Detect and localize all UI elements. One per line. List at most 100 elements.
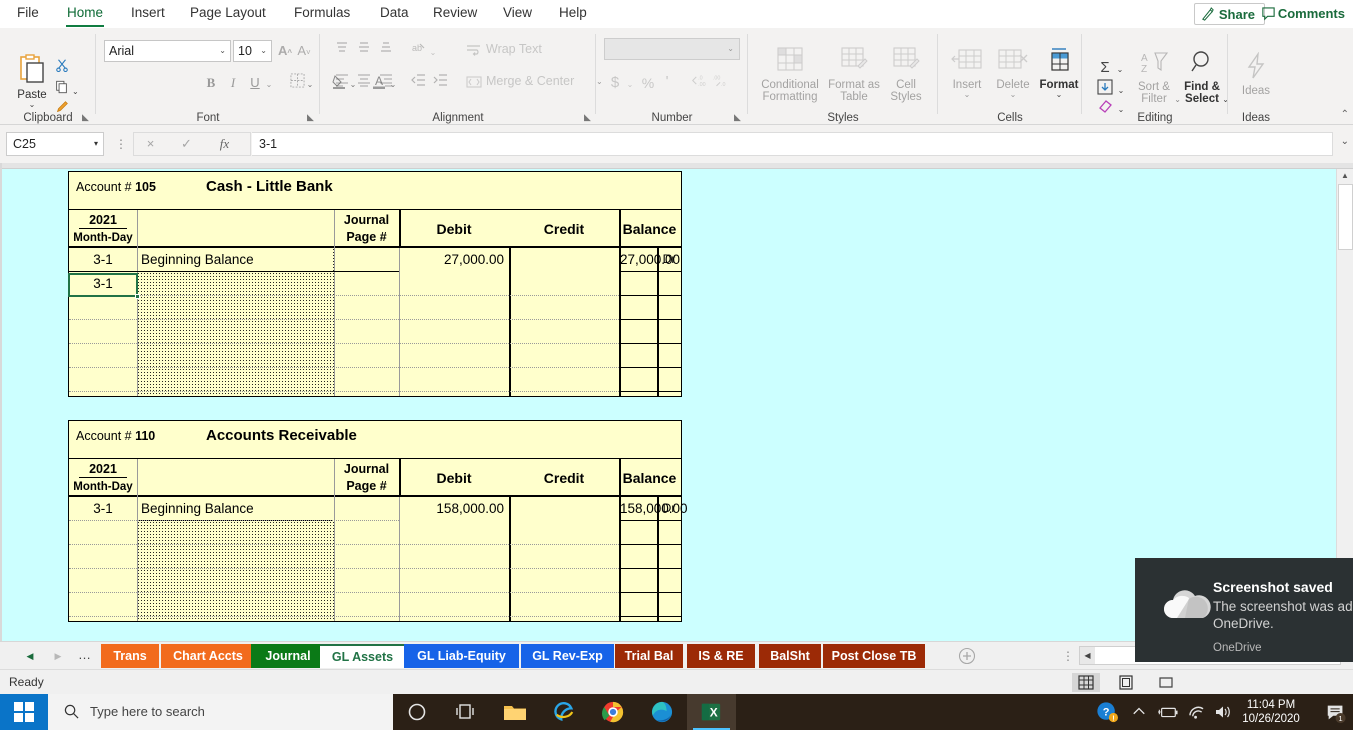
ribbon-tab-review[interactable]: Review [424, 0, 486, 28]
formula-input[interactable]: 3-1 [252, 132, 1333, 156]
comments-button[interactable]: Comments [1256, 3, 1351, 25]
chevron-down-icon[interactable]: ⌄ [944, 91, 990, 99]
sheet-tab-trial-bal[interactable]: Trial Bal [615, 644, 683, 668]
add-sheet-button[interactable] [958, 647, 976, 665]
task-view-button[interactable] [442, 694, 491, 730]
ribbon-tab-data[interactable]: Data [371, 0, 418, 28]
cell-description[interactable]: Beginning Balance [138, 497, 333, 521]
table-row[interactable]: 3-1 [69, 272, 681, 296]
format-as-table-button[interactable]: Format as Table [826, 46, 882, 103]
align-bottom-button[interactable] [376, 41, 396, 61]
table-row[interactable] [69, 521, 681, 545]
table-row[interactable] [69, 320, 681, 344]
font-dialog-launcher[interactable]: ◣ [307, 112, 314, 123]
increase-decimal-button[interactable]: .0.00 [688, 73, 710, 94]
tab-bar-splitter[interactable]: ⋮ [1062, 649, 1074, 663]
cell-date[interactable]: 3-1 [69, 248, 137, 272]
normal-view-button[interactable] [1072, 673, 1100, 692]
enter-formula-button[interactable]: ✓ [170, 133, 203, 155]
page-layout-view-button[interactable] [1112, 673, 1140, 692]
sort-filter-button[interactable]: A Z Sort & Filter ⌄ [1130, 50, 1181, 105]
copy-button[interactable]: ⌄ [52, 80, 82, 102]
chevron-down-icon[interactable]: ⌄ [260, 41, 267, 61]
expand-formula-bar-button[interactable]: ⌄ [1341, 136, 1349, 147]
file-explorer-button[interactable] [491, 694, 540, 730]
chevron-down-icon[interactable]: ⌄ [990, 91, 1036, 99]
find-select-button[interactable]: Find & Select ⌄ [1178, 50, 1229, 105]
cell-date[interactable]: 3-1 [69, 497, 137, 521]
decrease-decimal-button[interactable]: .00.0 [710, 73, 732, 94]
sheet-tab-balsht[interactable]: BalSht [759, 644, 821, 668]
clipboard-dialog-launcher[interactable]: ◣ [82, 112, 89, 123]
ribbon-tab-file[interactable]: File [8, 0, 48, 28]
cell-balance[interactable]: 27,000.00 [620, 248, 680, 272]
ribbon-tab-insert[interactable]: Insert [122, 0, 174, 28]
chevron-down-icon[interactable]: ⌄ [624, 75, 636, 95]
chevron-down-icon[interactable]: ⌄ [219, 41, 226, 61]
increase-indent-button[interactable] [430, 73, 450, 93]
font-size-input[interactable]: 10 ⌄ [233, 40, 272, 62]
align-middle-button[interactable] [354, 41, 374, 61]
scrollbar-thumb[interactable] [1338, 184, 1353, 250]
cell-description[interactable]: Beginning Balance [138, 248, 333, 272]
sheet-tab-gl-assets[interactable]: GL Assets [320, 644, 405, 668]
comma-format-button[interactable]: ' [660, 72, 674, 92]
table-row[interactable] [69, 569, 681, 593]
ribbon-tab-view[interactable]: View [494, 0, 541, 28]
cell-debit[interactable]: 27,000.00 [400, 248, 508, 272]
format-cells-button[interactable]: Format ⌄ [1036, 48, 1082, 99]
sheet-tab-gl-rev-exp[interactable]: GL Rev-Exp [521, 644, 614, 668]
show-hidden-icons-button[interactable] [1127, 694, 1151, 730]
cancel-formula-button[interactable]: × [134, 133, 167, 155]
scroll-up-arrow[interactable]: ▲ [1337, 169, 1353, 183]
table-row[interactable]: 3-1 Beginning Balance 27,000.00 27,000.0… [69, 248, 681, 272]
paste-button[interactable]: Paste ⌄ [10, 54, 54, 109]
ribbon-tab-page-layout[interactable]: Page Layout [181, 0, 275, 28]
chevron-down-icon[interactable]: ⌄ [10, 101, 54, 109]
wifi-icon[interactable] [1183, 694, 1209, 730]
chevron-down-icon[interactable]: ⌄ [1115, 81, 1127, 101]
chevron-down-icon[interactable]: ⌄ [304, 75, 316, 95]
align-top-button[interactable] [332, 41, 352, 61]
orientation-button[interactable]: ab [408, 41, 428, 61]
bold-button[interactable]: B [202, 73, 220, 93]
chevron-down-icon[interactable]: ⌄ [427, 43, 439, 63]
cortana-button[interactable] [393, 694, 442, 730]
decrease-indent-button[interactable] [408, 73, 428, 93]
align-left-button[interactable] [332, 73, 352, 93]
ribbon-tab-formulas[interactable]: Formulas [285, 0, 359, 28]
ribbon-collapse-button[interactable]: ⌃ [1341, 109, 1349, 120]
font-name-input[interactable]: Arial ⌄ [104, 40, 231, 62]
cell-date[interactable]: 3-1 [69, 272, 137, 296]
align-center-button[interactable] [354, 73, 374, 93]
page-break-preview-button[interactable] [1152, 673, 1180, 692]
next-sheet-button[interactable]: ▶ [50, 648, 66, 664]
onedrive-notification-toast[interactable]: Screenshot saved The screenshot was adde… [1135, 558, 1353, 662]
google-chrome-button[interactable] [589, 694, 638, 730]
chevron-down-icon[interactable]: ⌄ [727, 39, 734, 59]
internet-explorer-button[interactable] [540, 694, 589, 730]
chevron-down-icon[interactable]: ⌄ [1036, 91, 1082, 99]
battery-icon[interactable] [1155, 694, 1181, 730]
sheet-tab-gl-liab-equity[interactable]: GL Liab-Equity [404, 644, 519, 668]
insert-cells-button[interactable]: Insert ⌄ [944, 48, 990, 99]
ideas-button[interactable]: Ideas [1234, 51, 1278, 97]
chevron-down-icon[interactable]: ⌄ [1114, 60, 1126, 80]
table-row[interactable] [69, 344, 681, 368]
notification-center-button[interactable]: 1 [1325, 702, 1347, 729]
ribbon-tab-help[interactable]: Help [550, 0, 596, 28]
excel-taskbar-button[interactable]: X [687, 694, 736, 730]
ribbon-tab-home[interactable]: Home [58, 0, 112, 28]
cell-styles-button[interactable]: Cell Styles [882, 46, 930, 103]
table-row[interactable] [69, 368, 681, 392]
number-format-select[interactable]: ⌄ [604, 38, 740, 60]
cut-button[interactable] [52, 58, 72, 78]
name-box[interactable]: C25 ▾ [6, 132, 104, 156]
action-needed-icon[interactable]: ? ! [1093, 694, 1121, 730]
table-row[interactable] [69, 545, 681, 569]
sheet-tab-chart-accts[interactable]: Chart Accts [161, 644, 255, 668]
cell-balance[interactable] [620, 272, 656, 296]
cell-dr-cr[interactable]: Dr [658, 497, 680, 521]
cell-credit[interactable] [511, 497, 618, 521]
chevron-down-icon[interactable]: ▾ [94, 133, 98, 155]
